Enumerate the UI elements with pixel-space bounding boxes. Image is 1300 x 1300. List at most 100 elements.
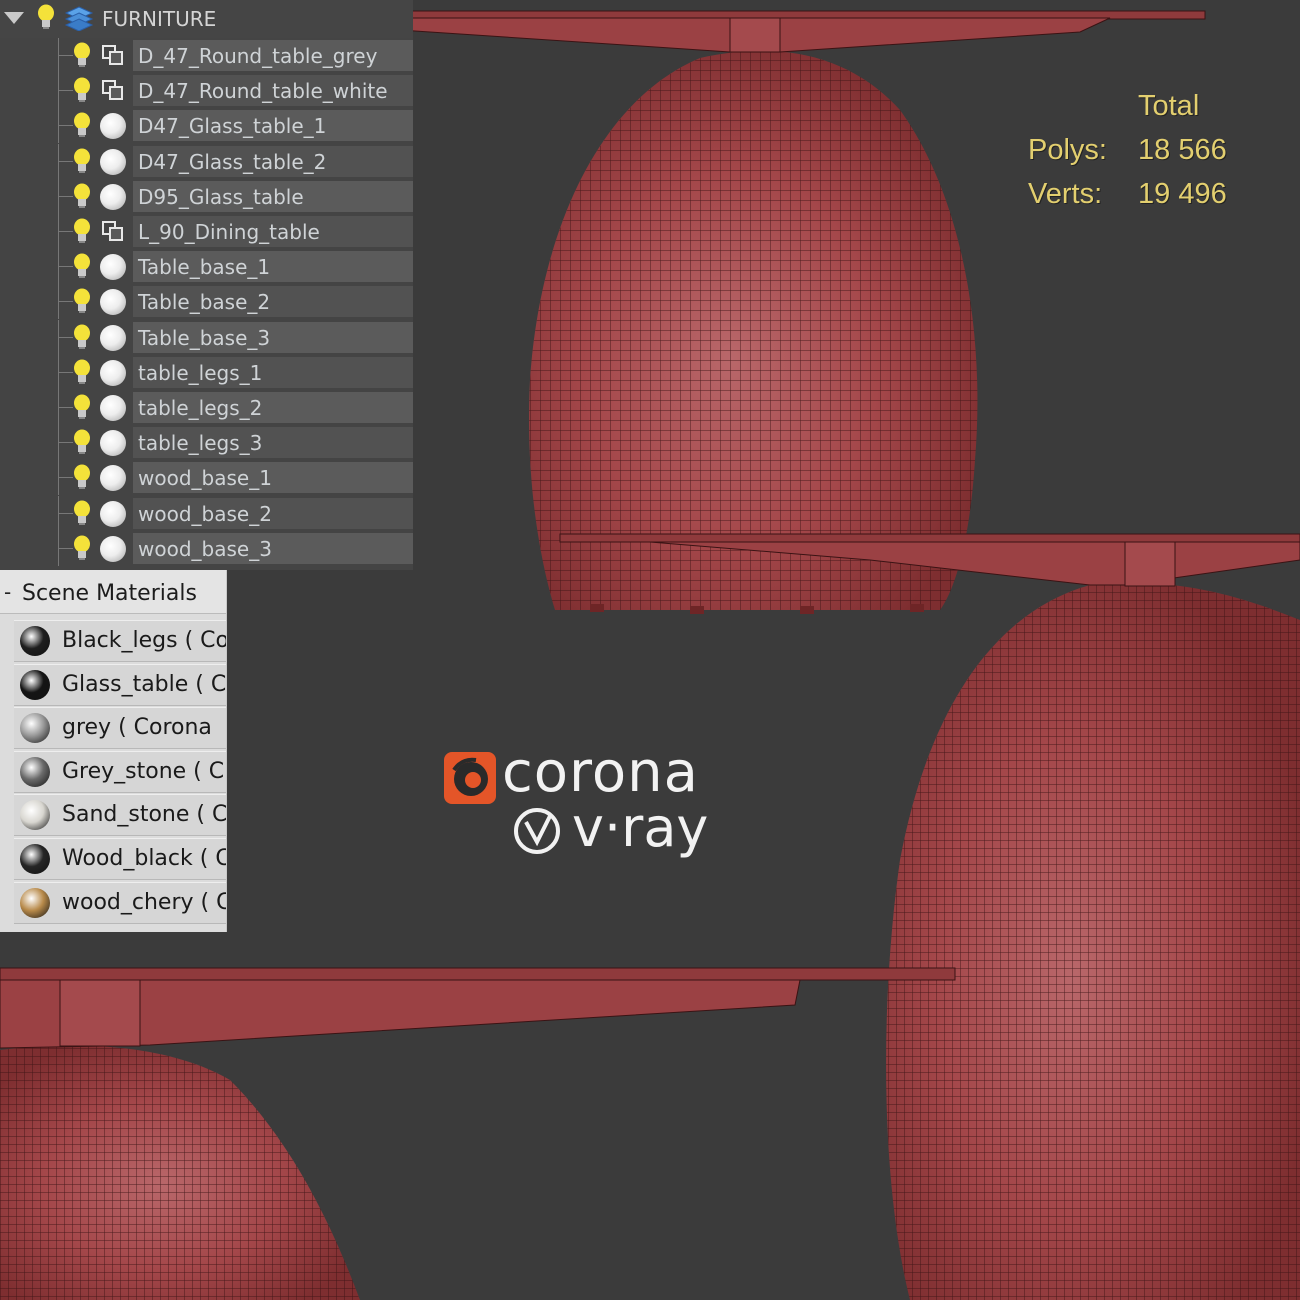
material-label: Wood_black ( C [62, 846, 227, 871]
lightbulb-icon[interactable] [72, 77, 92, 103]
material-row[interactable]: grey ( Corona [14, 707, 226, 750]
lightbulb-icon[interactable] [72, 464, 92, 490]
expand-arrow-icon[interactable] [4, 12, 24, 24]
explorer-object-row[interactable]: D95_Glass_table [0, 178, 413, 214]
object-name-cell[interactable]: D95_Glass_table [133, 180, 413, 212]
tree-branch [59, 266, 73, 268]
lightbulb-icon[interactable] [72, 148, 92, 174]
materials-header[interactable]: - Scene Materials [0, 570, 226, 614]
object-name-cell[interactable]: D_47_Round_table_grey [133, 40, 413, 71]
tree-branch [59, 371, 73, 373]
material-swatch-icon [20, 756, 50, 787]
material-label: grey ( Corona [62, 715, 212, 741]
lightbulb-icon[interactable] [72, 183, 92, 209]
lightbulb-icon[interactable] [72, 359, 92, 385]
corona-logo-icon [444, 752, 496, 804]
scene-materials-panel: - Scene Materials Black_legs ( Co Glass_t… [0, 570, 227, 932]
object-name-cell[interactable]: D47_Glass_table_2 [133, 145, 413, 177]
material-row[interactable]: Grey_stone ( C [14, 750, 226, 793]
tree-branch [59, 125, 73, 127]
object-name-cell[interactable]: wood_base_3 [133, 532, 413, 564]
tree-branch [59, 547, 73, 549]
material-label: Sand_stone ( C [62, 802, 227, 828]
tree-branch [59, 407, 73, 408]
materials-title: Scene Materials [22, 581, 197, 606]
material-row[interactable]: wood_chery ( C [14, 881, 227, 924]
material-swatch-icon [20, 844, 50, 874]
stats-verts-value: 19 496 [1138, 178, 1227, 210]
table-model-right [559, 533, 1300, 1300]
layer-label: FURNITURE [102, 7, 217, 31]
lightbulb-icon[interactable] [72, 394, 92, 420]
explorer-object-row[interactable]: table_legs_1 [0, 354, 413, 390]
object-name-cell[interactable]: D47_Glass_table_1 [133, 110, 413, 142]
explorer-object-row[interactable]: L_90_Dining_table [0, 214, 413, 249]
object-name-cell[interactable]: Table_base_1 [133, 251, 413, 283]
layer-row-furniture[interactable]: FURNITURE [0, 0, 413, 38]
lightbulb-icon[interactable] [36, 4, 56, 30]
explorer-object-row[interactable]: wood_base_3 [0, 530, 413, 566]
object-name-cell[interactable]: Table_base_3 [133, 321, 413, 353]
lightbulb-icon[interactable] [72, 500, 92, 526]
group-icon [100, 219, 128, 245]
explorer-object-row[interactable]: Table_base_2 [0, 284, 413, 320]
material-row[interactable]: Sand_stone ( C [14, 794, 227, 837]
lightbulb-icon[interactable] [72, 535, 92, 561]
table-model-bottom [0, 967, 956, 1300]
tree-branch [59, 231, 73, 232]
collapse-icon[interactable]: - [4, 580, 11, 604]
lightbulb-icon[interactable] [72, 429, 92, 455]
object-sphere-icon [100, 465, 128, 492]
material-row[interactable]: Glass_table ( C [14, 663, 227, 706]
lightbulb-icon[interactable] [72, 288, 92, 314]
material-label: wood_chery ( C [62, 889, 227, 915]
lightbulb-icon[interactable] [72, 42, 92, 68]
explorer-object-row[interactable]: table_legs_2 [0, 390, 413, 425]
object-label: table_legs_3 [138, 431, 263, 456]
object-name-cell[interactable]: wood_base_2 [133, 497, 413, 529]
stats-polys-value: 18 566 [1138, 134, 1227, 166]
tree-branch [59, 477, 73, 479]
explorer-object-row[interactable]: wood_base_2 [0, 495, 413, 531]
object-name-cell[interactable]: D_47_Round_table_white [133, 75, 413, 107]
lightbulb-icon[interactable] [72, 253, 92, 279]
object-sphere-icon [100, 148, 128, 175]
object-name-cell[interactable]: wood_base_1 [133, 462, 413, 494]
material-swatch-icon [20, 713, 50, 744]
object-label: wood_base_2 [138, 501, 272, 526]
object-sphere-icon [100, 324, 128, 351]
explorer-object-row[interactable]: Table_base_1 [0, 249, 413, 285]
material-label: Black_legs ( Co [62, 628, 227, 653]
tree-branch [59, 512, 73, 514]
explorer-object-row[interactable]: D47_Glass_table_2 [0, 143, 413, 179]
explorer-object-row[interactable]: Table_base_3 [0, 319, 413, 355]
object-label: D_47_Round_table_grey [138, 44, 378, 68]
object-label: Table_base_2 [138, 290, 271, 315]
object-name-cell[interactable]: table_legs_2 [133, 392, 413, 423]
object-name-cell[interactable]: L_90_Dining_table [133, 216, 413, 247]
object-name-cell[interactable]: table_legs_1 [133, 356, 413, 388]
lightbulb-icon[interactable] [72, 112, 92, 138]
material-label: Glass_table ( C [62, 671, 227, 697]
material-row[interactable]: Wood_black ( C [14, 838, 226, 880]
object-sphere-icon [100, 500, 128, 527]
lightbulb-icon[interactable] [72, 324, 92, 350]
object-label: Table_base_1 [138, 255, 271, 280]
object-label: D95_Glass_table [138, 184, 304, 209]
material-row[interactable]: Black_legs ( Co [14, 620, 226, 662]
scene-explorer: FURNITURE D_47_Round_table_grey D_47_Roun… [0, 0, 413, 570]
material-swatch-icon [20, 887, 50, 918]
object-label: L_90_Dining_table [138, 220, 320, 244]
tree-branch [59, 55, 73, 56]
tree-branch [59, 160, 73, 162]
explorer-object-row[interactable]: D_47_Round_table_grey [0, 38, 413, 73]
lightbulb-icon[interactable] [72, 218, 92, 244]
explorer-object-row[interactable]: wood_base_1 [0, 460, 413, 496]
explorer-object-row[interactable]: table_legs_3 [0, 425, 413, 461]
explorer-object-row[interactable]: D47_Glass_table_1 [0, 108, 413, 144]
object-name-cell[interactable]: table_legs_3 [133, 427, 413, 459]
material-label: Grey_stone ( C [62, 758, 225, 784]
explorer-object-row[interactable]: D_47_Round_table_white [0, 73, 413, 109]
table-model-top [284, 10, 1206, 614]
object-name-cell[interactable]: Table_base_2 [133, 286, 413, 318]
